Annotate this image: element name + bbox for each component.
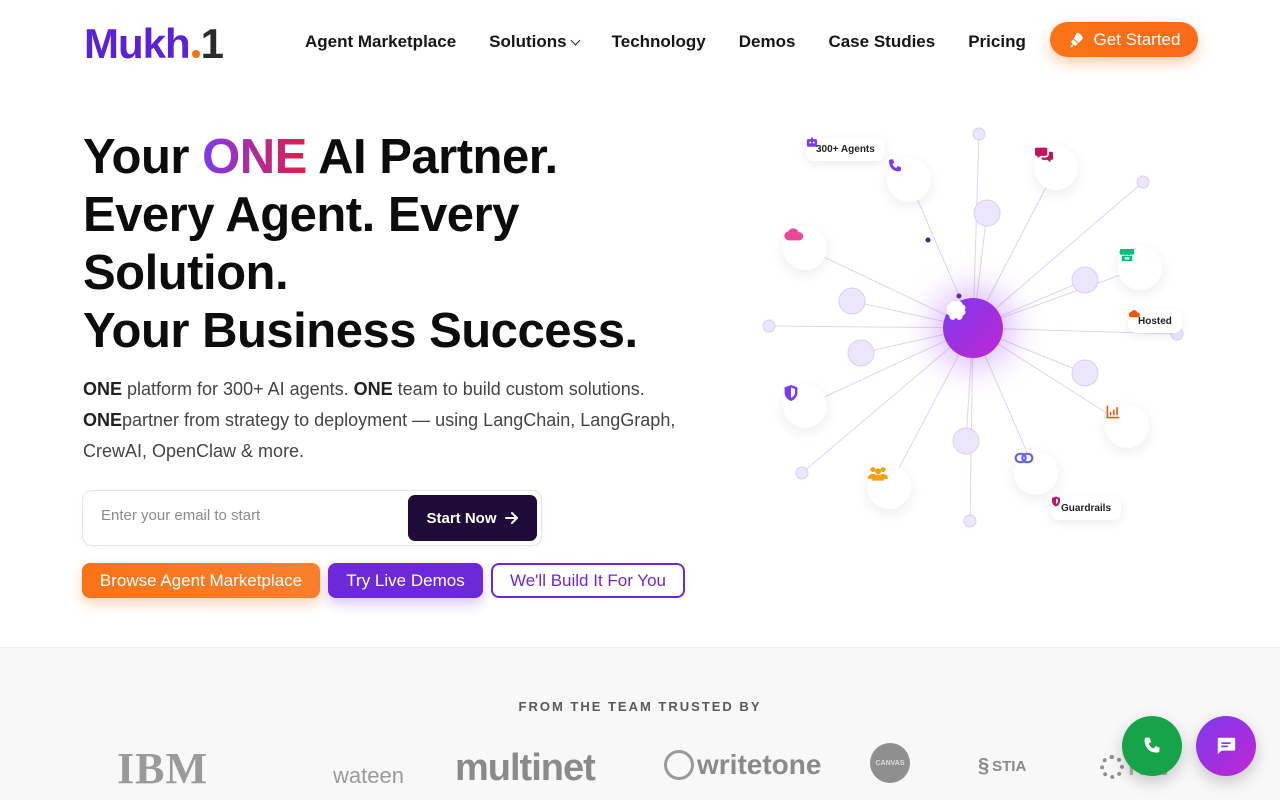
chat-fab-button[interactable] bbox=[1196, 716, 1256, 776]
cloud-icon bbox=[784, 228, 804, 241]
nav-links: Agent Marketplace Solutions Technology D… bbox=[305, 32, 1026, 52]
cta-row: Browse Agent Marketplace Try Live Demos … bbox=[82, 563, 685, 598]
logo-writetone: writetone bbox=[664, 749, 821, 781]
hero-title-post: AI Partner. bbox=[306, 130, 558, 184]
top-navigation: Mukh 1 Agent Marketplace Solutions Techno… bbox=[0, 0, 1280, 86]
shield-icon bbox=[1052, 496, 1060, 507]
store-icon bbox=[1119, 249, 1135, 261]
logo-canvas: CANVAS bbox=[870, 743, 910, 783]
hosted-pill: Hosted bbox=[1128, 309, 1182, 333]
browse-marketplace-button[interactable]: Browse Agent Marketplace bbox=[82, 563, 320, 598]
logo-stia: § STIA bbox=[978, 755, 1026, 778]
hero-sub-bold-2: ONE bbox=[353, 379, 393, 399]
build-for-you-button[interactable]: We'll Build It For You bbox=[491, 563, 685, 598]
users-icon bbox=[867, 467, 889, 481]
brain-icon bbox=[946, 300, 966, 320]
rocket-icon bbox=[1069, 32, 1083, 47]
brain-hub bbox=[943, 298, 1003, 358]
hero-title-highlight: ONE bbox=[202, 130, 307, 184]
start-now-button[interactable]: Start Now bbox=[408, 495, 537, 541]
node-link bbox=[1014, 451, 1058, 495]
trusted-by-label: FROM THE TEAM TRUSTED BY bbox=[518, 699, 762, 714]
phone-icon bbox=[1144, 737, 1160, 753]
agents-count-pill: 300+ Agents bbox=[806, 137, 885, 161]
try-live-demos-button[interactable]: Try Live Demos bbox=[328, 563, 483, 598]
guardrails-label: Guardrails bbox=[1061, 502, 1112, 514]
email-signup-form: Start Now bbox=[82, 490, 542, 546]
hero-title-line-2: Every Agent. Every bbox=[83, 188, 519, 242]
link-icon bbox=[1014, 452, 1034, 464]
cloud-icon bbox=[1128, 310, 1140, 318]
hosted-label: Hosted bbox=[1138, 315, 1172, 327]
nav-item-solutions-label: Solutions bbox=[489, 32, 567, 51]
hero-title-pre: Your bbox=[83, 130, 203, 184]
chat-icon bbox=[1035, 147, 1053, 163]
logo-multinet: multinet bbox=[455, 747, 596, 789]
logo-stia-text: STIA bbox=[992, 758, 1027, 775]
nav-item-solutions[interactable]: Solutions bbox=[489, 32, 581, 52]
arrow-right-icon bbox=[504, 512, 518, 524]
hero-title-line-1: Your ONE AI Partner. bbox=[83, 128, 638, 186]
hero-subtitle: ONE platform for 300+ AI agents. ONE tea… bbox=[83, 374, 703, 467]
logo-text: Mukh bbox=[84, 20, 191, 67]
logo-writetone-text: writetone bbox=[697, 749, 822, 780]
chat-icon bbox=[1217, 737, 1236, 755]
logo-wateen: wateen bbox=[333, 763, 404, 788]
node-chart bbox=[1105, 404, 1149, 448]
chart-icon bbox=[1106, 405, 1120, 419]
nav-item-demos[interactable]: Demos bbox=[739, 32, 796, 52]
nav-item-case-studies[interactable]: Case Studies bbox=[828, 32, 935, 52]
email-input[interactable] bbox=[101, 507, 401, 524]
node-cloud bbox=[783, 226, 827, 270]
writetone-mark bbox=[664, 750, 694, 780]
nw-mark bbox=[1100, 754, 1124, 779]
node-users bbox=[867, 465, 911, 509]
nav-item-pricing[interactable]: Pricing bbox=[968, 32, 1026, 52]
hero-sub-bold-1: ONE bbox=[83, 379, 123, 399]
stia-mark: § bbox=[978, 755, 990, 777]
agents-count-label: 300+ Agents bbox=[816, 143, 875, 155]
hero-title-line-3: Solution. bbox=[83, 246, 289, 300]
logo-dot bbox=[191, 50, 200, 58]
start-now-label: Start Now bbox=[426, 509, 497, 527]
agent-network-graphic: 300+ Agents Hosted Guardrails bbox=[740, 110, 1240, 550]
phone-icon bbox=[889, 159, 901, 172]
node-phone bbox=[887, 158, 931, 202]
logo-ibm: IBM bbox=[117, 744, 208, 793]
shield-icon bbox=[784, 385, 798, 401]
robot-icon bbox=[806, 137, 818, 147]
hero-sub-text-3: partner from strategy to deployment — us… bbox=[83, 410, 676, 461]
call-fab-button[interactable] bbox=[1122, 716, 1182, 776]
logo-suffix: 1 bbox=[200, 20, 224, 67]
node-shield bbox=[783, 384, 827, 428]
trusted-by-section: FROM THE TEAM TRUSTED BY IBM wateen mult… bbox=[0, 647, 1280, 800]
get-started-button[interactable]: Get Started bbox=[1050, 22, 1198, 57]
client-logos: IBM wateen multinet writetone CANVAS § ST… bbox=[0, 743, 1280, 793]
chevron-down-icon bbox=[570, 35, 581, 45]
brand-logo[interactable]: Mukh 1 bbox=[84, 20, 224, 68]
hero-sub-text-2: team to build custom solutions. bbox=[392, 379, 645, 399]
hero-title: Your ONE AI Partner. Every Agent. Every … bbox=[83, 128, 638, 360]
nav-item-agent-marketplace[interactable]: Agent Marketplace bbox=[305, 32, 456, 52]
hero-sub-text-1: platform for 300+ AI agents. bbox=[122, 379, 354, 399]
hero-sub-bold-3: ONE bbox=[83, 410, 123, 430]
nav-item-technology[interactable]: Technology bbox=[612, 32, 706, 52]
node-chat bbox=[1034, 146, 1078, 190]
get-started-label: Get Started bbox=[1093, 29, 1181, 49]
hero-title-line-4: Your Business Success. bbox=[83, 304, 638, 358]
guardrails-pill: Guardrails bbox=[1051, 496, 1122, 520]
node-store bbox=[1118, 246, 1162, 290]
